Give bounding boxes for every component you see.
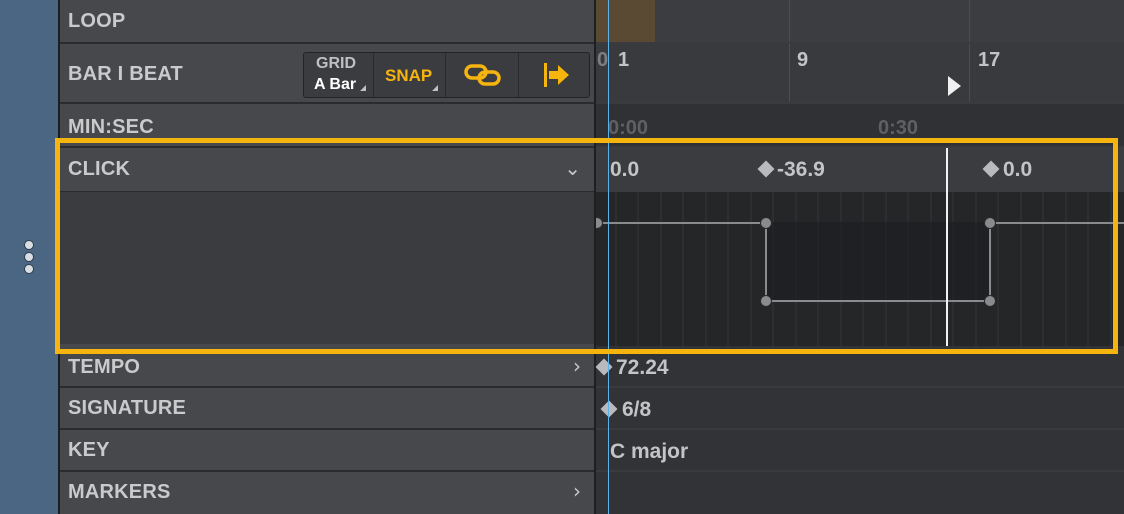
snap-button[interactable]: SNAP xyxy=(374,53,446,97)
track-label: KEY xyxy=(68,439,110,461)
link-icon xyxy=(464,64,501,86)
chevron-right-icon[interactable]: › xyxy=(573,479,581,503)
track-label: TEMPO xyxy=(68,356,141,378)
signature-point-icon[interactable] xyxy=(600,400,618,418)
chevron-right-icon[interactable]: › xyxy=(573,354,581,378)
track-row-loop[interactable]: LOOP xyxy=(60,0,595,44)
track-row-markers[interactable]: MARKERS › xyxy=(60,472,595,514)
link-button[interactable] xyxy=(446,53,519,97)
automation-point-icon[interactable] xyxy=(595,358,613,376)
timebase-toolbar: GRID A Bar SNAP xyxy=(303,52,590,98)
track-label: BAR I BEAT xyxy=(68,63,183,85)
play-marker-icon[interactable] xyxy=(948,76,961,96)
track-label: MARKERS xyxy=(68,481,171,503)
highlight-frame xyxy=(55,138,1118,354)
more-options-icon[interactable] xyxy=(24,240,36,276)
signature-lane[interactable]: 6/8 xyxy=(596,388,1124,430)
track-row-key[interactable]: KEY xyxy=(60,430,595,472)
track-label: LOOP xyxy=(68,10,126,32)
dropdown-corner-icon xyxy=(432,85,438,91)
track-label: SIGNATURE xyxy=(68,397,187,419)
grid-button[interactable]: GRID A Bar xyxy=(304,53,374,97)
follow-button[interactable] xyxy=(519,53,589,97)
key-lane[interactable]: C major xyxy=(596,430,1124,472)
track-row-signature[interactable]: SIGNATURE xyxy=(60,388,595,430)
dropdown-corner-icon xyxy=(360,85,366,91)
arrow-right-bar-icon xyxy=(544,63,569,87)
bar-ruler[interactable]: 0 1 9 17 xyxy=(596,44,1124,104)
track-label: MIN:SEC xyxy=(68,116,154,138)
loop-lane[interactable] xyxy=(596,0,1124,44)
markers-lane[interactable] xyxy=(596,472,1124,514)
loop-region[interactable] xyxy=(596,0,655,42)
